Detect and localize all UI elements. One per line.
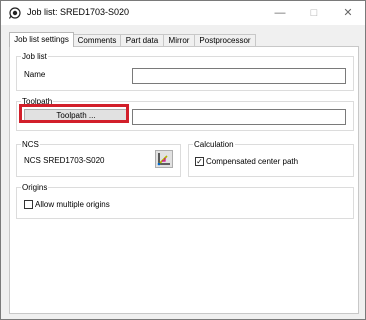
job-list-window: Job list: SRED1703-S020 — □ ✕ Job list s… xyxy=(0,0,366,320)
origins-group-label: Origins xyxy=(21,183,49,192)
tab-comments[interactable]: Comments xyxy=(73,34,121,46)
maximize-button[interactable]: □ xyxy=(297,1,331,25)
toolpath-button[interactable]: Toolpath ... xyxy=(24,109,128,123)
toolpath-group-label: Toolpath xyxy=(21,97,54,106)
ncs-value: NCS SRED1703-S020 xyxy=(24,156,105,165)
job-list-group-label: Job list xyxy=(21,52,48,61)
name-field[interactable] xyxy=(132,68,346,84)
coordinate-system-icon xyxy=(157,153,170,166)
ncs-select-button[interactable] xyxy=(155,150,173,168)
tab-part-data[interactable]: Part data xyxy=(120,34,164,46)
window-title: Job list: SRED1703-S020 xyxy=(27,7,130,17)
title-bar: Job list: SRED1703-S020 — □ ✕ xyxy=(1,1,365,25)
tab-mirror[interactable]: Mirror xyxy=(163,34,195,46)
tab-postprocessor[interactable]: Postprocessor xyxy=(194,34,256,46)
tab-job-list-settings[interactable]: Job list settings xyxy=(9,32,74,47)
ncs-group-label: NCS xyxy=(21,140,40,149)
close-button[interactable]: ✕ xyxy=(331,1,365,25)
toolpath-field[interactable] xyxy=(132,109,346,125)
allow-multiple-origins-checkbox[interactable] xyxy=(24,200,33,209)
job-list-settings-panel: Job list Name Toolpath Toolpath ... NCS … xyxy=(9,46,359,314)
compensated-center-path-checkbox[interactable]: ✓ xyxy=(195,157,204,166)
allow-multiple-origins-label: Allow multiple origins xyxy=(35,200,110,209)
minimize-button[interactable]: — xyxy=(263,1,297,25)
app-icon xyxy=(8,7,21,19)
compensated-center-path-label: Compensated center path xyxy=(206,157,299,166)
calculation-group-label: Calculation xyxy=(193,140,235,149)
name-label: Name xyxy=(24,70,46,79)
